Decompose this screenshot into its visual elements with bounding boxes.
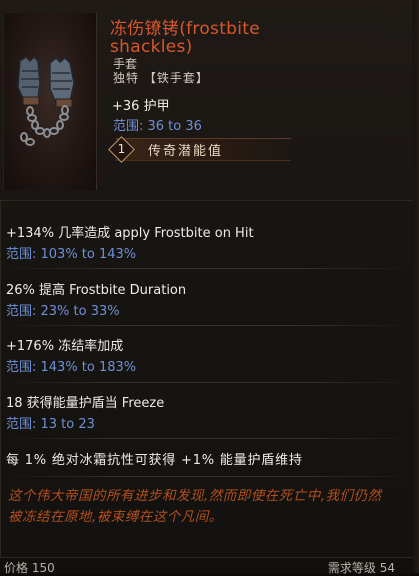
affix-1: +134% 几率造成 apply Frostbite on Hit 范围: 10… [6,222,254,262]
affix-text: +176% 冻结率加成 [6,339,124,354]
unique-effect: 每 1% 绝对冰霜抗性可获得 +1% 能量护盾维持 [6,449,303,468]
divider [0,268,419,269]
affix-text: 18 获得能量护盾当 Freeze [6,396,165,411]
legendary-potential-value: 1 [117,142,126,156]
divider [0,476,419,477]
affix-2: 26% 提高 Frostbite Duration 范围: 23% to 33% [6,279,186,319]
affix-range: 范围: 13 to 23 [6,417,95,432]
item-tooltip: 冻伤镣铐(frostbite shackles) 手套 独特 【铁手套】 +36… [0,0,419,575]
price-label: 价格 150 [4,561,55,575]
item-name: 冻伤镣铐(frostbite shackles) [110,19,260,57]
legendary-potential-label: 传奇潜能值 [148,144,224,159]
affix-3: +176% 冻结率加成 范围: 143% to 183% [6,335,136,375]
tooltip-header: 冻伤镣铐(frostbite shackles) 手套 独特 【铁手套】 +36… [0,0,419,201]
chained-gauntlet-icon [17,55,75,146]
affix-4: 18 获得能量护盾当 Freeze 范围: 13 to 23 [6,392,164,432]
scrollbar[interactable] [413,0,419,573]
item-rarity: 独特 【铁手套】 [113,71,209,85]
divider [0,382,419,383]
item-portrait [3,13,97,190]
affix-text: 26% 提高 Frostbite Duration [6,283,187,298]
armor-range: 范围: 36 to 36 [113,119,202,134]
level-requirement: 需求等级 54 [327,561,395,575]
divider [0,325,419,326]
lore-text: 这个伟大帝国的所有进步和发现,然而即使在死亡中,我们仍然被冻结在原地,被束缚在这… [8,488,382,525]
tooltip-footer: 价格 150 需求等级 54 [0,557,419,575]
affix-text: +134% 几率造成 apply Frostbite on Hit [6,226,254,241]
affix-range: 范围: 23% to 33% [6,304,120,319]
divider [0,438,419,439]
unique-effect-text: 每 1% 绝对冰霜抗性可获得 +1% 能量护盾维持 [6,453,303,468]
armor-value: +36 护甲 [112,99,170,114]
affix-range: 范围: 143% to 183% [6,360,137,375]
affix-range: 范围: 103% to 143% [6,247,137,262]
